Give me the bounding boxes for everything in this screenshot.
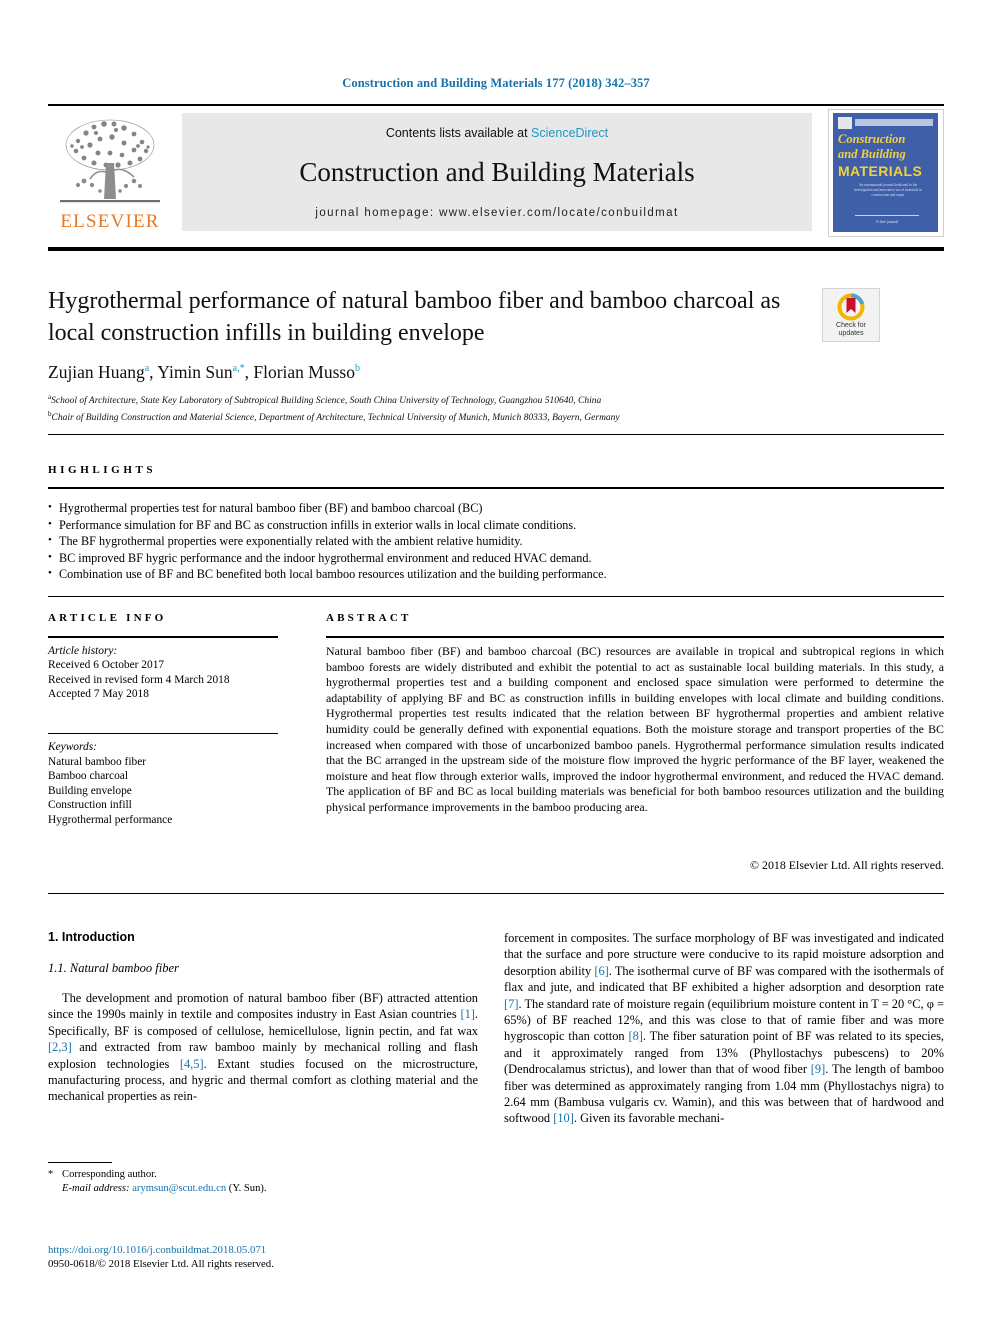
masthead-bottom-rule	[48, 247, 944, 251]
body-column-right: forcement in composites. The surface mor…	[504, 930, 944, 1127]
section-heading-introduction: 1. Introduction	[48, 930, 135, 944]
citation-link[interactable]: [2,3]	[48, 1040, 72, 1054]
article-history-item: Received 6 October 2017	[48, 659, 165, 672]
journal-homepage[interactable]: journal homepage: www.elsevier.com/locat…	[182, 207, 812, 219]
author-affiliation-mark: b	[354, 363, 360, 375]
footnote-block: * Corresponding author. E-mail address: a…	[48, 1168, 478, 1196]
highlights-heading: HIGHLIGHTS	[48, 464, 157, 476]
cover-footer: A free journal	[855, 215, 919, 224]
elsevier-wordmark: ELSEVIER	[60, 211, 160, 232]
masthead-top-rule	[48, 104, 944, 106]
keywords-rule	[48, 733, 278, 734]
divider-below-highlights-heading	[48, 487, 944, 489]
divider-above-article-info	[48, 596, 944, 597]
highlights-list: Hygrothermal properties test for natural…	[48, 499, 928, 583]
list-item: The BF hygrothermal properties were expo…	[48, 532, 928, 550]
paper-page: Construction and Building Materials 177 …	[0, 0, 992, 1323]
corresponding-author-note: * Corresponding author.	[48, 1168, 478, 1182]
email-link[interactable]: arymsun@scut.edu.cn	[132, 1183, 226, 1194]
crossmark-label: Check for updates	[823, 322, 879, 338]
running-head: Construction and Building Materials 177 …	[342, 76, 650, 90]
email-suffix: (Y. Sun).	[228, 1182, 267, 1194]
crossmark-line2: updates	[838, 330, 864, 337]
cover-title-line2: and Building	[838, 147, 906, 161]
citation-link[interactable]: [10]	[553, 1111, 574, 1125]
crossmark-badge[interactable]: Check for updates	[822, 288, 880, 342]
body-text-run: . Given its favorable mechani-	[573, 1111, 725, 1126]
corresponding-author-marker: *	[48, 1169, 54, 1180]
keywords-label: Keywords:	[48, 741, 97, 753]
affiliation-item: bChair of Building Construction and Mate…	[48, 408, 938, 425]
abstract-text: Natural bamboo fiber (BF) and bamboo cha…	[326, 644, 944, 814]
body-column-left: 1. Introduction 1.1. Natural bamboo fibe…	[48, 930, 478, 1105]
abstract-heading: ABSTRACT	[326, 612, 412, 624]
elsevier-logo: ELSEVIER	[48, 111, 172, 235]
affiliation-text: Chair of Building Construction and Mater…	[51, 413, 620, 424]
abstract-rule	[326, 636, 944, 638]
body-paragraph-right: forcement in composites. The surface mor…	[504, 930, 944, 1127]
email-note: E-mail address: arymsun@scut.edu.cn (Y. …	[48, 1182, 478, 1196]
footnote-rule	[48, 1162, 112, 1163]
body-paragraph-left: The development and promotion of natural…	[48, 990, 478, 1105]
article-info-heading: ARTICLE INFO	[48, 612, 167, 624]
article-history-item: Accepted 7 May 2018	[48, 688, 149, 701]
contents-banner: Contents lists available at ScienceDirec…	[182, 113, 812, 231]
citation-link[interactable]: [7]	[504, 997, 518, 1011]
keyword-item: Construction infill	[48, 799, 132, 812]
body-text-run: The development and promotion of natural…	[48, 991, 478, 1022]
contents-available-line: Contents lists available at ScienceDirec…	[182, 126, 812, 140]
affiliation-item: aSchool of Architecture, State Key Labor…	[48, 391, 938, 408]
cover-title-line1: Construction	[838, 132, 906, 146]
divider-above-body	[48, 893, 944, 894]
list-item: Hygrothermal properties test for natural…	[48, 499, 928, 517]
keyword-item: Hygrothermal performance	[48, 813, 173, 826]
contents-prefix: Contents lists available at	[385, 126, 532, 140]
doi-block: https://doi.org/10.1016/j.conbuildmat.20…	[48, 1243, 478, 1271]
affiliation-text: School of Architecture, State Key Labora…	[51, 396, 602, 407]
elsevier-tree-icon	[60, 119, 160, 203]
author-name[interactable]: Florian Musso	[253, 362, 355, 382]
keyword-item: Building envelope	[48, 784, 132, 797]
author-affiliation-mark: a,*	[232, 363, 245, 375]
citation-link[interactable]: [6]	[594, 964, 608, 978]
crossmark-icon	[837, 293, 865, 321]
sciencedirect-link[interactable]: ScienceDirect	[531, 126, 608, 140]
page-title: Hygrothermal performance of natural bamb…	[48, 288, 781, 346]
article-history: Article history: Received 6 October 2017…	[48, 644, 298, 702]
cover-title-line3: MATERIALS	[838, 163, 923, 179]
abstract-copyright: © 2018 Elsevier Ltd. All rights reserved…	[750, 858, 944, 872]
keywords-block: Keywords: Natural bamboo fiber Bamboo ch…	[48, 740, 298, 828]
keyword-item: Natural bamboo fiber	[48, 755, 147, 768]
list-item: Performance simulation for BF and BC as …	[48, 516, 928, 534]
list-item: BC improved BF hygric performance and th…	[48, 549, 928, 567]
crossmark-line1: Check for	[836, 322, 866, 329]
journal-cover-thumbnail[interactable]: Construction and Building MATERIALS An i…	[828, 109, 944, 237]
citation-link[interactable]: [8]	[628, 1029, 642, 1043]
author-list: Zujian Huanga, Yimin Suna,*, Florian Mus…	[48, 362, 848, 383]
divider-above-highlights	[48, 434, 944, 435]
email-label: E-mail address:	[62, 1182, 130, 1194]
article-history-item: Received in revised form 4 March 2018	[48, 673, 230, 686]
citation-link[interactable]: [1]	[460, 1007, 474, 1021]
list-item: Combination use of BF and BC benefited b…	[48, 565, 928, 583]
citation-link[interactable]: [4,5]	[180, 1057, 204, 1071]
cover-blurb: An international journal dedicated to th…	[853, 183, 923, 197]
article-info-rule	[48, 636, 278, 638]
subsection-heading-natural-bamboo-fiber: 1.1. Natural bamboo fiber	[48, 961, 179, 975]
author-name[interactable]: Zujian Huang	[48, 362, 145, 382]
cover-top-bar	[855, 119, 933, 126]
keyword-item: Bamboo charcoal	[48, 770, 129, 783]
affiliation-list: aSchool of Architecture, State Key Labor…	[48, 391, 938, 425]
issn-copyright-line: 0950-0618/© 2018 Elsevier Ltd. All right…	[48, 1258, 274, 1270]
cover-elsevier-mark-icon	[838, 117, 852, 129]
article-history-label: Article history:	[48, 645, 118, 657]
journal-masthead: ELSEVIER Contents lists available at Sci…	[48, 107, 944, 237]
citation-link[interactable]: [9]	[811, 1062, 825, 1076]
doi-link[interactable]: https://doi.org/10.1016/j.conbuildmat.20…	[48, 1243, 478, 1257]
journal-title: Construction and Building Materials	[299, 157, 695, 187]
corresponding-author-text: Corresponding author.	[62, 1169, 157, 1180]
author-name[interactable]: Yimin Sun	[157, 362, 232, 382]
cover-artwork: Construction and Building MATERIALS An i…	[833, 113, 938, 232]
